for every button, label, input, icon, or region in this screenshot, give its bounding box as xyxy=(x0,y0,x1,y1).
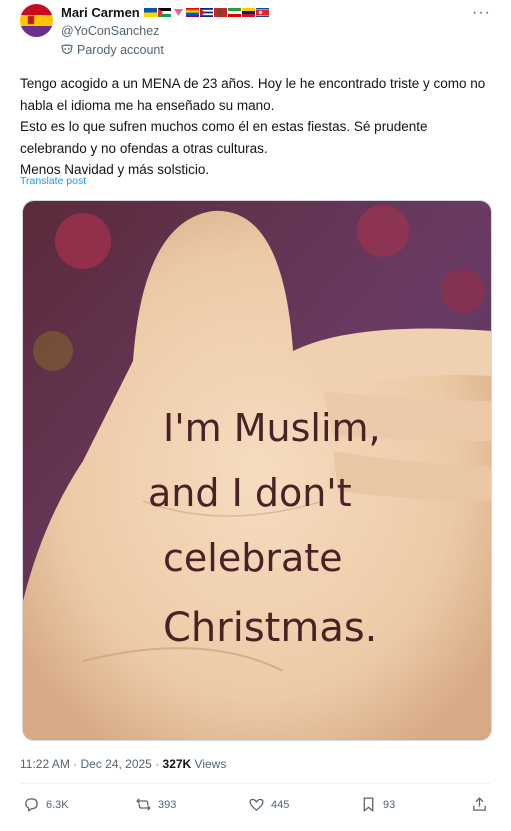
image-text-line-4: Christmas. xyxy=(163,605,377,651)
post-text: Tengo acogido a un MENA de 23 años. Hoy … xyxy=(20,76,486,177)
like-count: 445 xyxy=(271,798,290,811)
lgbt-flag-icon xyxy=(185,8,199,17)
morocco-flag-icon xyxy=(213,8,227,17)
heart-icon xyxy=(249,798,264,811)
bookmark-count: 93 xyxy=(383,798,396,811)
translate-link[interactable]: Translate post xyxy=(20,175,86,187)
north-korea-flag-icon xyxy=(255,8,269,17)
ukraine-flag-icon xyxy=(143,8,157,17)
image-text-line-2: and I don't xyxy=(148,471,352,515)
repost-count: 393 xyxy=(158,798,177,811)
post-meta: 11:22 AM · Dec 24, 2025 · 327K Views xyxy=(20,757,226,771)
palestine-flag-icon xyxy=(157,8,171,17)
share-icon xyxy=(473,797,486,811)
pink-triangle-icon xyxy=(173,9,183,16)
iran-flag-icon xyxy=(227,8,241,17)
avatar[interactable] xyxy=(20,4,53,37)
parody-text: Parody account xyxy=(77,43,164,57)
like-button[interactable]: 445 xyxy=(248,796,289,813)
reply-icon xyxy=(25,798,38,812)
divider xyxy=(20,783,491,784)
image-text-line-3: celebrate xyxy=(163,536,343,580)
repost-icon xyxy=(136,798,151,811)
author-handle[interactable]: @YoConSanchez xyxy=(61,24,159,38)
flag-emojis xyxy=(143,8,269,17)
post-header: Mari Carmen @YoConSanchez Parody account… xyxy=(20,4,495,60)
author-name[interactable]: Mari Carmen xyxy=(61,5,140,20)
mask-icon xyxy=(61,44,73,55)
bookmark-icon xyxy=(363,797,374,812)
parody-label: Parody account xyxy=(61,43,164,57)
share-button[interactable] xyxy=(471,796,488,813)
post-timestamp[interactable]: 11:22 AM · Dec 24, 2025 · xyxy=(20,757,163,771)
views-count: 327K xyxy=(162,757,192,771)
venezuela-flag-icon xyxy=(241,8,255,17)
more-options-icon[interactable]: ··· xyxy=(472,4,491,22)
reply-count: 6.3K xyxy=(46,798,69,811)
image-text-line-1: I'm Muslim, xyxy=(163,406,381,450)
views-label: Views xyxy=(191,757,227,771)
cuba-flag-icon xyxy=(199,8,213,17)
bookmark-button[interactable]: 93 xyxy=(360,796,395,813)
action-bar: 6.3K 393 445 93 xyxy=(23,796,493,820)
repost-button[interactable]: 393 xyxy=(135,796,176,813)
reply-button[interactable]: 6.3K xyxy=(23,796,69,813)
post-image[interactable]: I'm Muslim, and I don't celebrate Christ… xyxy=(22,200,492,741)
